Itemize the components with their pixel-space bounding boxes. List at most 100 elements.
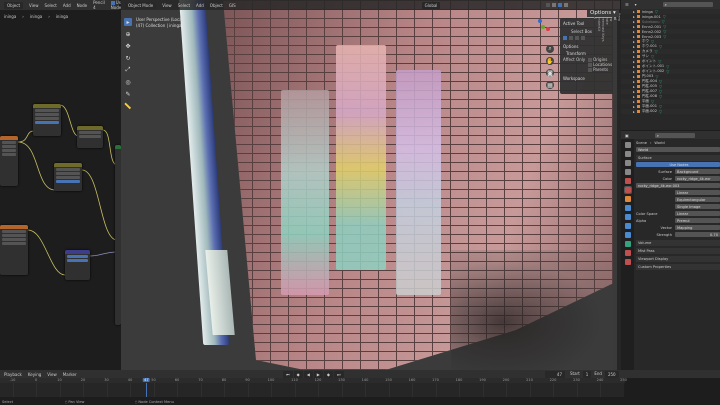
mode-invert-icon[interactable] bbox=[581, 36, 585, 40]
playhead-line[interactable] bbox=[146, 383, 148, 397]
constraints-tab-icon[interactable] bbox=[624, 232, 631, 238]
timeline[interactable]: Playback Keying View Marker ⏮ ◆ ◀ ▶ ◆ ⏭ 47 St… bbox=[0, 370, 720, 398]
properties-editor[interactable]: ▣ ⌕ Scene › World World Surface Use Nodes S… bbox=[621, 131, 720, 370]
axis-x-icon[interactable] bbox=[546, 27, 550, 31]
options-dropdown[interactable]: Options ▾ bbox=[587, 10, 619, 17]
jump-end-icon[interactable]: ⏭ bbox=[333, 370, 344, 378]
node-math[interactable] bbox=[77, 126, 103, 148]
modifier-tab-icon[interactable] bbox=[624, 205, 631, 211]
zoom-icon[interactable]: ⌕ bbox=[546, 45, 554, 53]
material-tab-icon[interactable] bbox=[624, 250, 631, 256]
wireframe-icon[interactable] bbox=[546, 3, 551, 7]
data-tab-icon[interactable] bbox=[624, 241, 631, 247]
expand-arrow-icon[interactable]: ▸ bbox=[633, 45, 635, 49]
mode-subtract-icon[interactable] bbox=[575, 36, 579, 40]
menu-view[interactable]: View bbox=[162, 3, 172, 8]
transform-icon[interactable]: ◎ bbox=[124, 78, 132, 86]
expand-arrow-icon[interactable]: ▸ bbox=[633, 110, 635, 114]
strength-field[interactable]: 0.70 bbox=[675, 232, 720, 237]
play-reverse-icon[interactable]: ◀ bbox=[303, 370, 313, 378]
menu-marker[interactable]: Marker bbox=[63, 372, 77, 377]
expand-arrow-icon[interactable]: ▸ bbox=[633, 55, 635, 59]
object-tab-icon[interactable] bbox=[624, 196, 631, 202]
orientation-select[interactable]: Global bbox=[421, 1, 441, 9]
menu-select[interactable]: Select bbox=[178, 3, 190, 8]
viewport-display-panel-header[interactable]: Viewport Display bbox=[636, 256, 720, 262]
timeline-track[interactable] bbox=[0, 383, 625, 397]
current-frame-field[interactable]: 47 bbox=[545, 370, 565, 378]
cursor-icon[interactable]: ⊕ bbox=[124, 30, 132, 38]
custom-properties-panel-header[interactable]: Custom Properties bbox=[636, 264, 720, 270]
outliner-search[interactable]: ⌕ bbox=[662, 2, 713, 7]
menu-keying[interactable]: Keying bbox=[28, 372, 41, 377]
expand-arrow-icon[interactable]: ▸ bbox=[633, 95, 635, 99]
color-space-select[interactable]: Linear bbox=[675, 211, 720, 216]
menu-add[interactable]: Add bbox=[196, 3, 204, 8]
menu-view[interactable]: View bbox=[47, 372, 57, 377]
render-tab-icon[interactable] bbox=[624, 151, 631, 157]
mode-new-icon[interactable] bbox=[563, 36, 567, 40]
solid-icon[interactable] bbox=[552, 3, 557, 7]
expand-arrow-icon[interactable]: ▸ bbox=[633, 60, 635, 64]
node-bump[interactable] bbox=[65, 250, 90, 280]
interpolation-select[interactable]: Linear bbox=[675, 190, 720, 195]
use-nodes-button[interactable]: Use Nodes bbox=[636, 162, 720, 167]
properties-search[interactable]: ⌕ bbox=[654, 132, 695, 138]
expand-arrow-icon[interactable]: ▸ bbox=[633, 100, 635, 104]
expand-arrow-icon[interactable]: ▸ bbox=[633, 105, 635, 109]
menu-playback[interactable]: Playback bbox=[4, 372, 22, 377]
axis-z-icon[interactable] bbox=[538, 19, 542, 23]
expand-arrow-icon[interactable]: ▸ bbox=[633, 80, 635, 84]
node-separate[interactable] bbox=[33, 104, 61, 136]
end-frame-field[interactable]: 250 bbox=[604, 370, 619, 378]
volume-panel-header[interactable]: Volume bbox=[636, 240, 720, 246]
expand-arrow-icon[interactable]: ▸ bbox=[633, 20, 635, 24]
display-mode-icon[interactable]: ☰ bbox=[625, 2, 629, 7]
node-texture[interactable] bbox=[0, 136, 18, 186]
expand-arrow-icon[interactable]: ▸ bbox=[633, 40, 635, 44]
expand-arrow-icon[interactable]: ▸ bbox=[633, 10, 635, 14]
source-select[interactable]: Single Image bbox=[675, 204, 720, 209]
particles-tab-icon[interactable] bbox=[624, 214, 631, 220]
expand-arrow-icon[interactable]: ▸ bbox=[633, 75, 635, 79]
world-name-field[interactable]: World bbox=[636, 147, 720, 152]
mode-extend-icon[interactable] bbox=[569, 36, 573, 40]
start-frame-field[interactable]: 1 bbox=[582, 370, 592, 378]
3d-viewport[interactable]: Object Mode View Select Add Object GIS G… bbox=[121, 0, 620, 370]
scale-icon[interactable]: ⤢ bbox=[124, 66, 132, 74]
prev-key-icon[interactable]: ◆ bbox=[293, 370, 303, 378]
physics-tab-icon[interactable] bbox=[624, 223, 631, 229]
output-tab-icon[interactable] bbox=[624, 160, 631, 166]
projection-select[interactable]: Equirectangular bbox=[675, 197, 720, 202]
grid-icon[interactable]: ▦ bbox=[546, 81, 554, 89]
playhead[interactable]: 47 bbox=[143, 378, 150, 382]
material-icon[interactable] bbox=[558, 3, 563, 7]
shading-buttons[interactable] bbox=[546, 3, 569, 7]
annotate-icon[interactable]: ✎ bbox=[124, 90, 132, 98]
outliner-item[interactable]: ▸ 平面.002 ▽ bbox=[621, 109, 720, 114]
menu-gis[interactable]: GIS bbox=[229, 3, 236, 8]
tab-view[interactable]: View bbox=[609, 10, 613, 370]
next-key-icon[interactable]: ◆ bbox=[323, 370, 333, 378]
vector-input-field[interactable]: Mapping bbox=[675, 225, 720, 230]
outliner[interactable]: ☰ ▾ ⌕ ▸ ininga ▽ ▸ ininga.001 ▽ ▸ Sukebanu ▽ ▸ Enn… bbox=[621, 0, 720, 130]
expand-arrow-icon[interactable]: ▸ bbox=[633, 30, 635, 34]
image-datablock-field[interactable]: rocky_ridge_4k.exr.003 bbox=[636, 183, 720, 188]
surface-shader-field[interactable]: Background bbox=[675, 169, 720, 174]
editor-type-icon[interactable]: ▣ bbox=[625, 133, 629, 138]
filter-icon[interactable]: ▾ bbox=[635, 2, 637, 7]
expand-arrow-icon[interactable]: ▸ bbox=[633, 25, 635, 29]
scene-tab-icon[interactable] bbox=[624, 178, 631, 184]
node-combine[interactable] bbox=[54, 163, 82, 191]
world-tab-icon[interactable] bbox=[623, 186, 632, 194]
jump-start-icon[interactable]: ⏮ bbox=[283, 370, 293, 378]
navigation-gizmo[interactable] bbox=[536, 17, 556, 37]
texture-tab-icon[interactable] bbox=[624, 259, 631, 265]
rendered-icon[interactable] bbox=[564, 3, 569, 7]
tool-tab-icon[interactable] bbox=[624, 142, 631, 148]
color-input-field[interactable]: rocky_ridge_4k.exr bbox=[675, 176, 720, 181]
expand-arrow-icon[interactable]: ▸ bbox=[633, 50, 635, 54]
menu-object[interactable]: Object bbox=[210, 3, 223, 8]
tab-gis[interactable]: GIS bbox=[593, 10, 597, 370]
move-icon[interactable]: ✥ bbox=[124, 42, 132, 50]
